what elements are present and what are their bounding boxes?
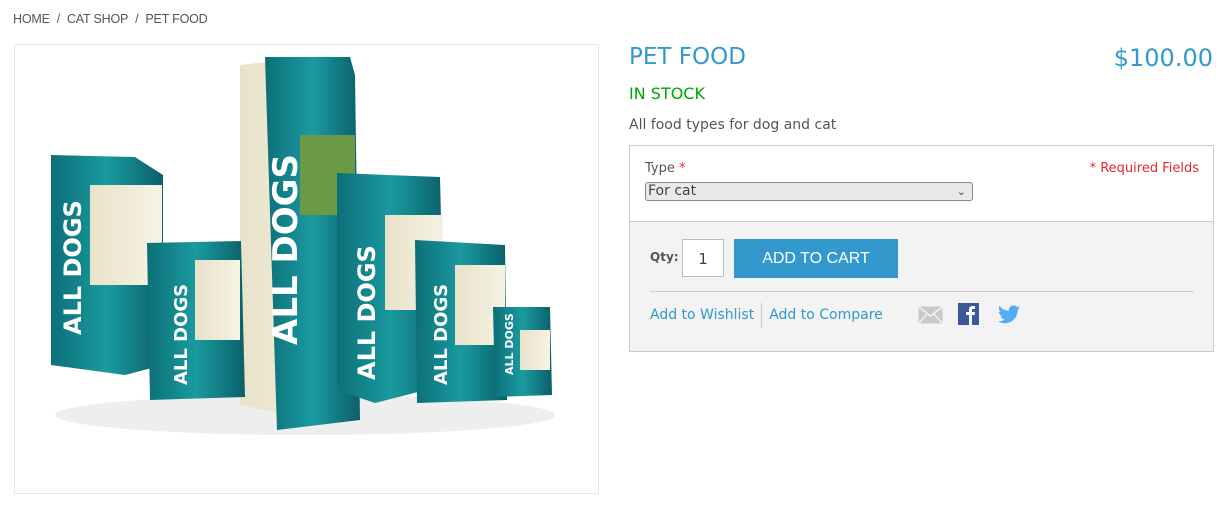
bag-pouch: ALL DOGS	[493, 307, 552, 397]
chevron-down-icon: ⌄	[956, 185, 966, 198]
qty-label: Qty:	[650, 250, 679, 264]
svg-text:ALL DOGS: ALL DOGS	[431, 284, 452, 385]
breadcrumb-cat-shop[interactable]: CAT SHOP	[67, 12, 128, 26]
type-label: Type *	[645, 161, 686, 176]
product-image[interactable]: ALL DOGS ALL DOGS ALL DOGS ALL DOGS ALL …	[14, 44, 599, 494]
required-fields-note: * Required Fields	[1089, 161, 1199, 176]
divider	[650, 291, 1194, 292]
add-to-wishlist-link[interactable]: Add to Wishlist	[650, 307, 754, 323]
twitter-icon[interactable]	[998, 305, 1020, 324]
svg-text:ALL DOGS: ALL DOGS	[171, 284, 192, 385]
qty-input[interactable]: 1	[682, 239, 724, 277]
svg-text:ALL DOGS: ALL DOGS	[503, 313, 516, 375]
bag-small-left: ALL DOGS	[147, 241, 245, 400]
stock-status: IN STOCK	[629, 84, 705, 103]
product-price: $100.00	[1113, 44, 1213, 72]
facebook-icon[interactable]	[958, 303, 979, 325]
svg-text:ALL DOGS: ALL DOGS	[353, 245, 381, 380]
svg-text:ALL DOGS: ALL DOGS	[59, 200, 87, 335]
product-title: PET FOOD	[629, 44, 746, 70]
add-to-cart-button[interactable]: ADD TO CART	[734, 239, 898, 278]
svg-text:ALL DOGS: ALL DOGS	[266, 154, 306, 345]
bag-left: ALL DOGS	[51, 155, 163, 375]
add-to-cart-box: Qty: 1 ADD TO CART Add to Wishlist Add t…	[629, 221, 1214, 352]
add-to-compare-link[interactable]: Add to Compare	[769, 307, 883, 323]
type-select[interactable]: For cat ⌄	[645, 182, 973, 201]
divider	[761, 302, 763, 328]
product-options: Type * * Required Fields For cat ⌄	[629, 145, 1214, 222]
bag-3kg: ALL DOGS	[415, 240, 507, 403]
breadcrumb: HOME / CAT SHOP / PET FOOD	[13, 12, 208, 26]
email-icon[interactable]	[918, 306, 943, 324]
breadcrumb-current: PET FOOD	[145, 12, 208, 26]
breadcrumb-home[interactable]: HOME	[13, 12, 50, 26]
product-description: All food types for dog and cat	[629, 117, 837, 133]
